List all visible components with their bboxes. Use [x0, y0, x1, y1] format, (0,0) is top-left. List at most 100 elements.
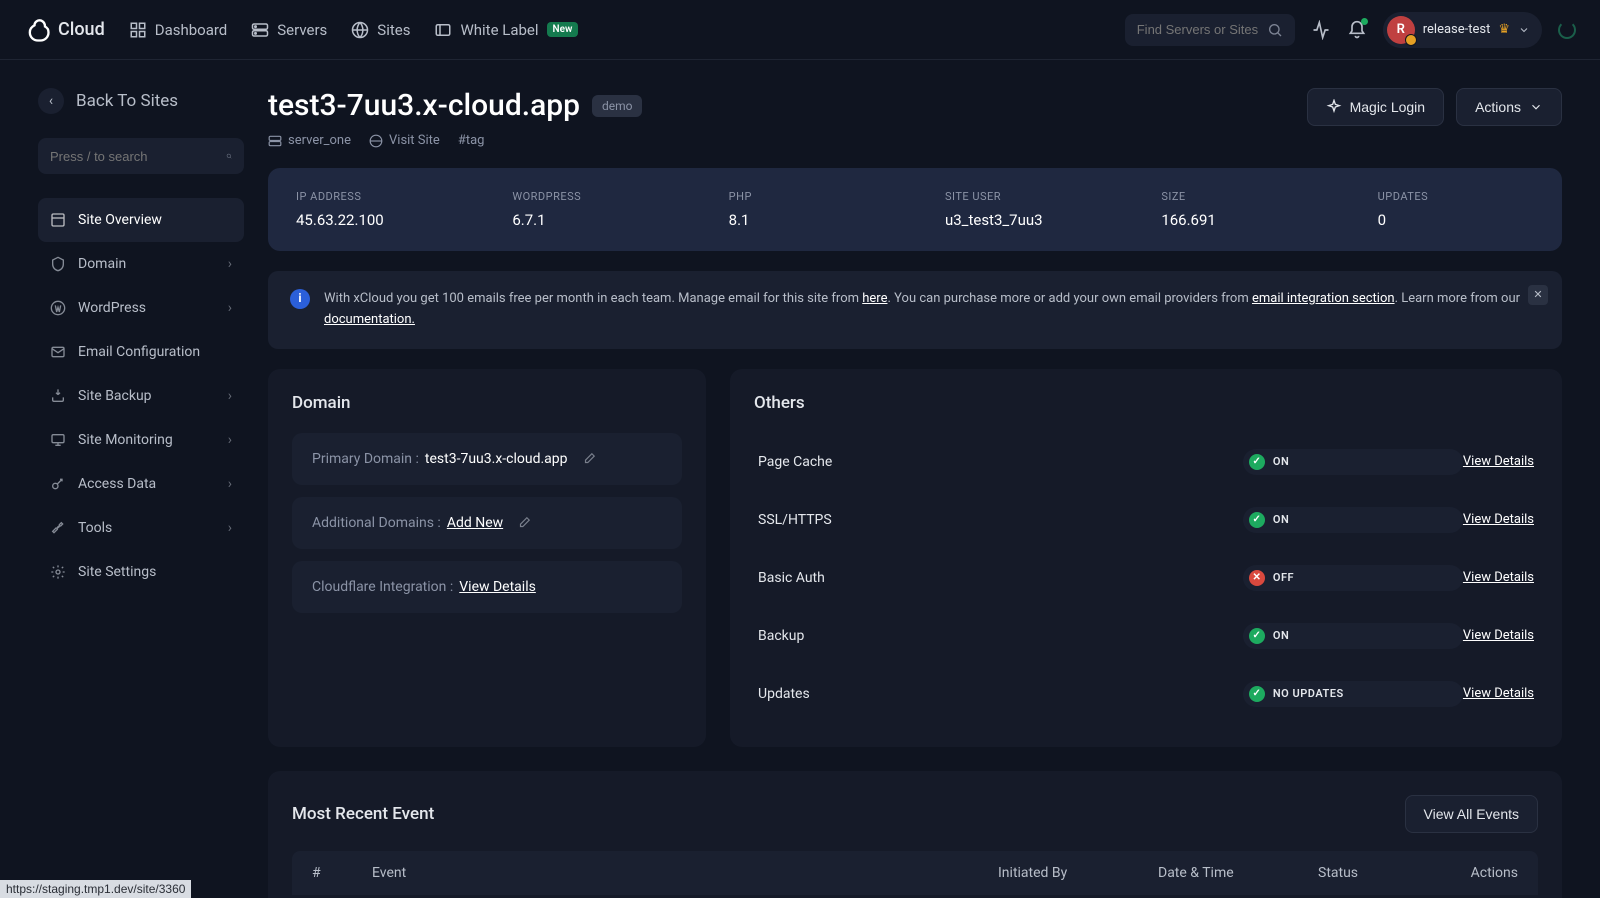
activity-icon[interactable]: [1311, 20, 1331, 40]
nav-sites[interactable]: Sites: [351, 21, 410, 39]
info-ip: IP ADDRESS45.63.22.100: [296, 190, 452, 229]
th-actions: Actions: [1438, 865, 1518, 881]
view-details-link[interactable]: View Details: [1463, 512, 1534, 527]
logo-icon: [24, 16, 52, 44]
notifications-icon[interactable]: [1347, 20, 1367, 40]
check-icon: ✓: [1249, 512, 1265, 528]
info-site-user: SITE USERu3_test3_7uu3: [945, 190, 1101, 229]
sidebar-search-input[interactable]: [50, 149, 226, 164]
alert-integration-link[interactable]: email integration section: [1252, 291, 1395, 306]
chevron-right-icon: ›: [228, 300, 232, 316]
sidebar-item-tools[interactable]: Tools ›: [38, 506, 244, 550]
info-wordpress: WORDPRESS6.7.1: [512, 190, 668, 229]
info-bar: IP ADDRESS45.63.22.100 WORDPRESS6.7.1 PH…: [268, 168, 1562, 251]
chevron-right-icon: ›: [228, 388, 232, 404]
server-link[interactable]: server_one: [268, 133, 351, 148]
status-badge: ✓ON: [1243, 507, 1463, 533]
sidebar-item-backup[interactable]: Site Backup ›: [38, 374, 244, 418]
backup-icon: [50, 388, 66, 404]
global-search-input[interactable]: [1137, 22, 1259, 37]
chevron-down-icon: [1529, 100, 1543, 114]
sidebar-item-settings[interactable]: Site Settings: [38, 550, 244, 594]
sidebar-item-email[interactable]: Email Configuration: [38, 330, 244, 374]
others-title: Others: [754, 393, 1538, 413]
content: test3-7uu3.x-cloud.app demo server_one V…: [268, 88, 1562, 898]
back-to-sites[interactable]: ‹ Back To Sites: [38, 88, 244, 114]
tag-label[interactable]: #tag: [458, 133, 485, 148]
primary-domain-row: Primary Domain : test3-7uu3.x-cloud.app: [292, 433, 682, 485]
domain-card: Domain Primary Domain : test3-7uu3.x-clo…: [268, 369, 706, 747]
global-search[interactable]: [1125, 14, 1295, 46]
logo-text: Cloud: [58, 19, 105, 40]
th-date: Date & Time: [1158, 865, 1318, 881]
topbar: Cloud Dashboard Servers Sites White Labe…: [0, 0, 1600, 60]
sidebar-item-access[interactable]: Access Data ›: [38, 462, 244, 506]
th-initiated: Initiated By: [998, 865, 1158, 881]
alert-docs-link[interactable]: documentation.: [324, 312, 415, 327]
check-icon: ✓: [1249, 454, 1265, 470]
sidebar-item-domain[interactable]: Domain ›: [38, 242, 244, 286]
additional-domains-row: Additional Domains : Add New: [292, 497, 682, 549]
key-icon: [50, 476, 66, 492]
tools-icon: [50, 520, 66, 536]
gear-icon: [50, 564, 66, 580]
sparkle-icon: [1326, 99, 1342, 115]
email-alert: i With xCloud you get 100 emails free pe…: [268, 271, 1562, 349]
events-title: Most Recent Event: [292, 804, 434, 824]
page-cache-row: Page Cache ✓ON View Details: [754, 433, 1538, 491]
sidebar-search[interactable]: [38, 138, 244, 174]
sidebar-item-wordpress[interactable]: WordPress ›: [38, 286, 244, 330]
view-details-link[interactable]: View Details: [1463, 454, 1534, 469]
nav-servers[interactable]: Servers: [251, 21, 327, 39]
overview-icon: [50, 212, 66, 228]
basic-auth-row: Basic Auth ✕OFF View Details: [754, 549, 1538, 607]
search-icon: [226, 148, 232, 164]
view-details-link[interactable]: View Details: [1463, 686, 1534, 701]
globe-icon: [351, 21, 369, 39]
user-chip[interactable]: R release-test ♛: [1383, 12, 1542, 48]
mail-icon: [50, 344, 66, 360]
status-badge: ✓ON: [1243, 449, 1463, 475]
search-icon: [1267, 22, 1283, 38]
status-badge: ✕OFF: [1243, 565, 1463, 591]
magic-login-button[interactable]: Magic Login: [1307, 88, 1445, 126]
visit-site-link[interactable]: Visit Site: [369, 133, 440, 148]
chevron-left-icon: ‹: [38, 88, 64, 114]
info-icon: i: [290, 289, 310, 309]
events-table-header: # Event Initiated By Date & Time Status …: [292, 851, 1538, 895]
check-icon: ✓: [1249, 686, 1265, 702]
updates-row: Updates ✓NO UPDATES View Details: [754, 665, 1538, 723]
server-icon: [251, 21, 269, 39]
status-badge: ✓NO UPDATES: [1243, 681, 1463, 707]
nav-dashboard[interactable]: Dashboard: [129, 21, 228, 39]
main-nav: Dashboard Servers Sites White Label New: [129, 21, 579, 39]
user-name: release-test: [1423, 22, 1491, 37]
wordpress-icon: [50, 300, 66, 316]
cloudflare-row: Cloudflare Integration : View Details: [292, 561, 682, 613]
logo[interactable]: Cloud: [24, 16, 105, 44]
edit-icon[interactable]: [582, 452, 596, 466]
nav-white-label[interactable]: White Label New: [434, 21, 578, 39]
alert-here-link[interactable]: here: [862, 291, 887, 306]
demo-badge: demo: [592, 95, 643, 117]
chevron-right-icon: ›: [228, 520, 232, 536]
view-all-events-button[interactable]: View All Events: [1405, 795, 1538, 833]
add-new-domain-link[interactable]: Add New: [447, 515, 503, 531]
avatar: R: [1387, 16, 1415, 44]
sidebar-item-monitoring[interactable]: Site Monitoring ›: [38, 418, 244, 462]
sidebar-item-overview[interactable]: Site Overview: [38, 198, 244, 242]
view-details-link[interactable]: View Details: [1463, 570, 1534, 585]
chevron-down-icon: [1518, 24, 1530, 36]
info-updates: UPDATES0: [1378, 190, 1534, 229]
sidebar: ‹ Back To Sites Site Overview Domain › W…: [38, 88, 244, 898]
sidebar-nav: Site Overview Domain › WordPress › Email…: [38, 198, 244, 594]
dashboard-icon: [129, 21, 147, 39]
actions-button[interactable]: Actions: [1456, 88, 1562, 126]
edit-icon[interactable]: [517, 516, 531, 530]
url-hint: https://staging.tmp1.dev/site/3360: [0, 880, 191, 898]
notification-dot: [1361, 18, 1368, 25]
view-details-link[interactable]: View Details: [1463, 628, 1534, 643]
close-icon[interactable]: ✕: [1528, 285, 1548, 305]
server-icon: [268, 134, 282, 148]
cloudflare-details-link[interactable]: View Details: [459, 579, 536, 595]
